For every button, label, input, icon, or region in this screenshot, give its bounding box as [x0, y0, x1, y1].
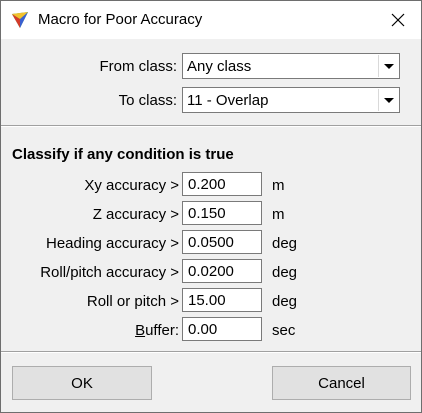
- z-accuracy-label: Z accuracy >: [92, 206, 179, 223]
- buffer-label: Buffer:: [11, 322, 179, 339]
- buffer-label-rest: uffer:: [145, 322, 179, 339]
- rollpitch-accuracy-field[interactable]: 0.0200: [182, 259, 262, 283]
- roll-or-pitch-value: 15.00: [188, 292, 226, 309]
- heading-accuracy-label: Heading accuracy >: [46, 235, 179, 252]
- class-section: From class: Any class To class: 11 - Ove…: [1, 39, 421, 125]
- dialog-window: Macro for Poor Accuracy From class: Any …: [0, 0, 422, 413]
- separator: [1, 125, 421, 127]
- buffer-value: 0.00: [188, 321, 218, 338]
- to-class-select[interactable]: 11 - Overlap: [182, 87, 400, 113]
- chevron-down-icon[interactable]: [378, 55, 398, 77]
- xy-accuracy-field[interactable]: 0.200: [182, 172, 262, 196]
- roll-or-pitch-field[interactable]: 15.00: [182, 288, 262, 312]
- heading-accuracy-field[interactable]: 0.0500: [182, 230, 262, 254]
- z-accuracy-field[interactable]: 0.150: [182, 201, 262, 225]
- chevron-down-icon[interactable]: [378, 89, 398, 111]
- heading-accuracy-value: 0.0500: [188, 234, 234, 251]
- rollpitch-accuracy-value: 0.0200: [188, 263, 234, 280]
- cancel-button[interactable]: Cancel: [272, 366, 411, 400]
- roll-or-pitch-unit: deg: [272, 293, 298, 310]
- z-accuracy-unit: m: [272, 206, 285, 223]
- close-button[interactable]: [375, 1, 421, 39]
- window-title: Macro for Poor Accuracy: [38, 11, 203, 28]
- conditions-heading: Classify if any condition is true: [12, 146, 234, 163]
- buffer-label-mnemonic: B: [135, 322, 146, 339]
- from-class-label: From class:: [99, 58, 177, 75]
- close-icon: [391, 13, 405, 27]
- to-class-label: To class:: [118, 92, 177, 109]
- xy-accuracy-unit: m: [272, 177, 285, 194]
- xy-accuracy-value: 0.200: [188, 176, 226, 193]
- from-class-select[interactable]: Any class: [182, 53, 400, 79]
- z-accuracy-value: 0.150: [188, 205, 226, 222]
- separator: [1, 351, 421, 353]
- heading-accuracy-unit: deg: [272, 235, 298, 252]
- rollpitch-accuracy-unit: deg: [272, 264, 298, 281]
- buffer-unit: sec: [272, 322, 296, 339]
- to-class-value: 11 - Overlap: [187, 92, 269, 109]
- roll-or-pitch-label: Roll or pitch >: [86, 293, 179, 310]
- from-class-value: Any class: [187, 58, 252, 75]
- app-icon: [12, 12, 28, 28]
- buffer-field[interactable]: 0.00: [182, 317, 262, 341]
- title-bar: Macro for Poor Accuracy: [1, 1, 421, 39]
- xy-accuracy-label: Xy accuracy >: [84, 177, 179, 194]
- ok-button[interactable]: OK: [12, 366, 152, 400]
- rollpitch-accuracy-label: Roll/pitch accuracy >: [40, 264, 179, 281]
